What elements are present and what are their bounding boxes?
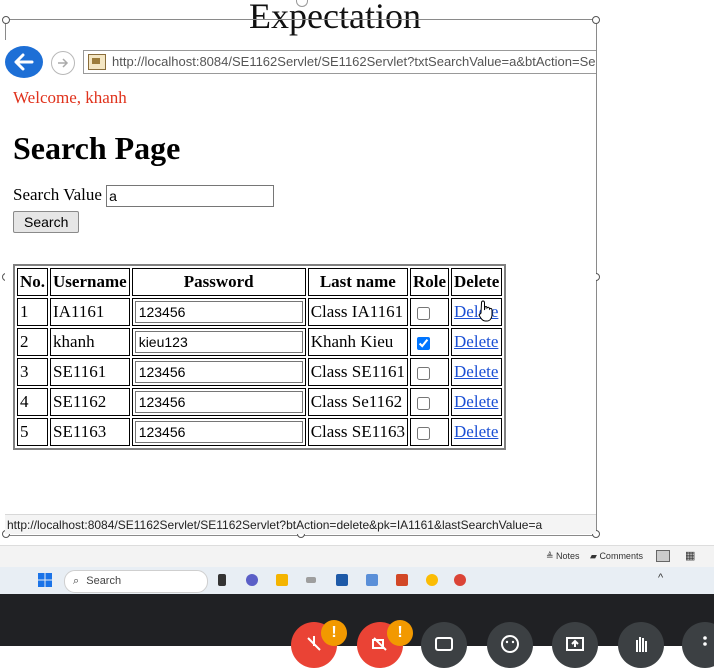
table-row: 1 IA1161 Class IA1161 Delete [17, 298, 503, 326]
search-row: Search Value [13, 185, 275, 209]
mic-warning-badge: ! [321, 620, 347, 646]
row-lastname: Class IA1161 [307, 298, 408, 326]
password-field[interactable] [134, 301, 303, 323]
row-no: 4 [17, 388, 49, 416]
row-no: 1 [17, 298, 49, 326]
header-no: No. [17, 268, 49, 296]
chrome-icon[interactable] [426, 574, 438, 586]
camera-warning-badge: ! [387, 620, 413, 646]
table-row: 2 khanh Khanh Kieu Delete [17, 328, 503, 356]
resize-handle-nw[interactable] [2, 16, 10, 24]
hand-cursor-icon [478, 300, 493, 322]
chat-icon[interactable] [246, 574, 258, 586]
raise-hand-button[interactable] [618, 622, 664, 668]
slide-sorter-icon[interactable]: ▦ [685, 549, 695, 562]
role-checkbox[interactable] [416, 396, 430, 410]
header-password: Password [131, 268, 306, 296]
cube-icon[interactable] [336, 574, 348, 586]
search-button[interactable]: Search [13, 211, 80, 233]
role-checkbox[interactable] [416, 336, 430, 350]
header-role: Role [409, 268, 450, 296]
row-username: IA1161 [50, 298, 130, 326]
task-view-icon[interactable] [218, 574, 226, 586]
comments-button[interactable]: ▰ Comments [590, 551, 643, 562]
present-icon [566, 637, 584, 651]
captions-button[interactable] [421, 622, 467, 668]
row-username: khanh [50, 328, 130, 356]
header-lastname: Last name [307, 268, 408, 296]
url-text: http://localhost:8084/SE1162Servlet/SE11… [112, 54, 596, 69]
delete-link[interactable]: Delete [454, 332, 498, 351]
delete-link[interactable]: Delete [454, 422, 498, 441]
row-username: SE1161 [50, 358, 130, 386]
role-checkbox[interactable] [416, 306, 430, 320]
row-lastname: Khanh Kieu [307, 328, 408, 356]
present-button[interactable] [552, 622, 598, 668]
emoji-button[interactable] [487, 622, 533, 668]
role-checkbox[interactable] [416, 426, 430, 440]
tray-chevron-icon[interactable]: ^ [658, 572, 663, 584]
search-input[interactable] [106, 185, 275, 208]
more-icon [703, 636, 707, 646]
delete-link[interactable]: Delete [454, 392, 498, 411]
powerpoint-icon[interactable] [396, 574, 408, 586]
resize-handle-ne[interactable] [592, 16, 600, 24]
row-no: 3 [17, 358, 49, 386]
row-lastname: Class Se1162 [307, 388, 408, 416]
browser-window: http://localhost:8084/SE1162Servlet/SE11… [5, 40, 596, 534]
key-icon[interactable] [306, 577, 316, 583]
row-lastname: Class SE1163 [307, 418, 408, 446]
meeting-controls: ! ! [0, 594, 714, 668]
header-username: Username [50, 268, 130, 296]
password-field[interactable] [134, 421, 303, 443]
table-row: 4 SE1162 Class Se1162 Delete [17, 388, 503, 416]
nav-bar: http://localhost:8084/SE1162Servlet/SE11… [5, 40, 596, 82]
captions-icon [435, 637, 453, 651]
back-arrow-icon [14, 53, 34, 71]
page-title: Search Page [13, 130, 181, 166]
windows-taskbar: ⌕ Search ^ [0, 567, 714, 594]
search-icon: ⌕ [73, 575, 80, 587]
table-row: 3 SE1161 Class SE1161 Delete [17, 358, 503, 386]
normal-view-icon[interactable] [656, 550, 670, 562]
mail-icon[interactable] [366, 574, 378, 586]
file-explorer-icon[interactable] [276, 574, 288, 586]
row-no: 5 [17, 418, 49, 446]
notes-button[interactable]: ≜ Notes [546, 551, 580, 562]
result-table: No. Username Password Last name Role Del… [13, 264, 507, 450]
search-label: Search Value [13, 185, 102, 204]
password-field[interactable] [134, 331, 303, 353]
chrome-icon-2[interactable] [454, 574, 466, 586]
row-username: SE1162 [50, 388, 130, 416]
password-field[interactable] [134, 391, 303, 413]
password-field[interactable] [134, 361, 303, 383]
taskbar-search[interactable]: ⌕ Search [64, 570, 208, 593]
emoji-icon [501, 635, 519, 653]
forward-button[interactable] [51, 51, 75, 75]
back-button[interactable] [5, 46, 43, 78]
forward-arrow-icon [58, 58, 69, 68]
table-row: 5 SE1163 Class SE1163 Delete [17, 418, 503, 446]
address-bar[interactable]: http://localhost:8084/SE1162Servlet/SE11… [83, 50, 596, 74]
delete-link[interactable]: Delete [454, 362, 498, 381]
row-username: SE1163 [50, 418, 130, 446]
windows-icon[interactable] [38, 573, 52, 587]
browser-status-bar: http://localhost:8084/SE1162Servlet/SE11… [5, 514, 596, 534]
row-lastname: Class SE1161 [307, 358, 408, 386]
welcome-text: Welcome, khanh [13, 88, 127, 107]
page-content: Welcome, khanh Search Page Search Value … [13, 88, 275, 233]
more-options-button[interactable] [682, 622, 714, 668]
role-checkbox[interactable] [416, 366, 430, 380]
header-delete: Delete [451, 268, 503, 296]
row-no: 2 [17, 328, 49, 356]
table-header-row: No. Username Password Last name Role Del… [17, 268, 503, 296]
ppt-status-bar: ≜ Notes ▰ Comments ▦ [0, 545, 714, 568]
comments-icon: ▰ [590, 551, 597, 561]
page-icon [88, 53, 106, 70]
raise-hand-icon [636, 637, 647, 652]
